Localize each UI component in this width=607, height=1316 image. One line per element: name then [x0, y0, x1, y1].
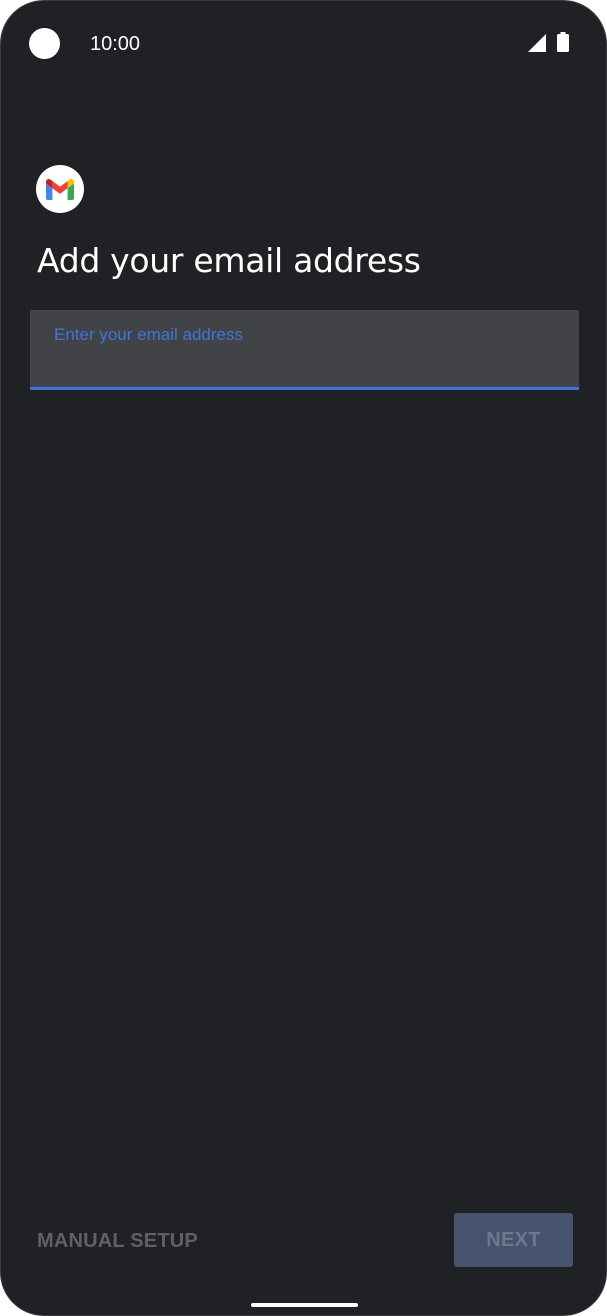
email-input[interactable] — [54, 352, 554, 378]
phone-screen: 10:00 Add your email address Enter your … — [0, 0, 607, 1316]
status-time: 10:00 — [90, 33, 141, 55]
cellular-signal-icon — [528, 34, 546, 52]
email-field[interactable]: Enter your email address — [30, 310, 579, 390]
camera-cutout — [29, 28, 60, 59]
page-title: Add your email address — [37, 241, 421, 280]
home-indicator[interactable] — [251, 1303, 358, 1307]
gmail-logo-icon — [36, 165, 84, 213]
next-button[interactable]: NEXT — [454, 1213, 573, 1267]
email-field-label: Enter your email address — [54, 325, 243, 344]
battery-icon — [557, 32, 569, 52]
manual-setup-button[interactable]: MANUAL SETUP — [37, 1227, 198, 1255]
status-bar: 10:00 — [1, 1, 606, 87]
